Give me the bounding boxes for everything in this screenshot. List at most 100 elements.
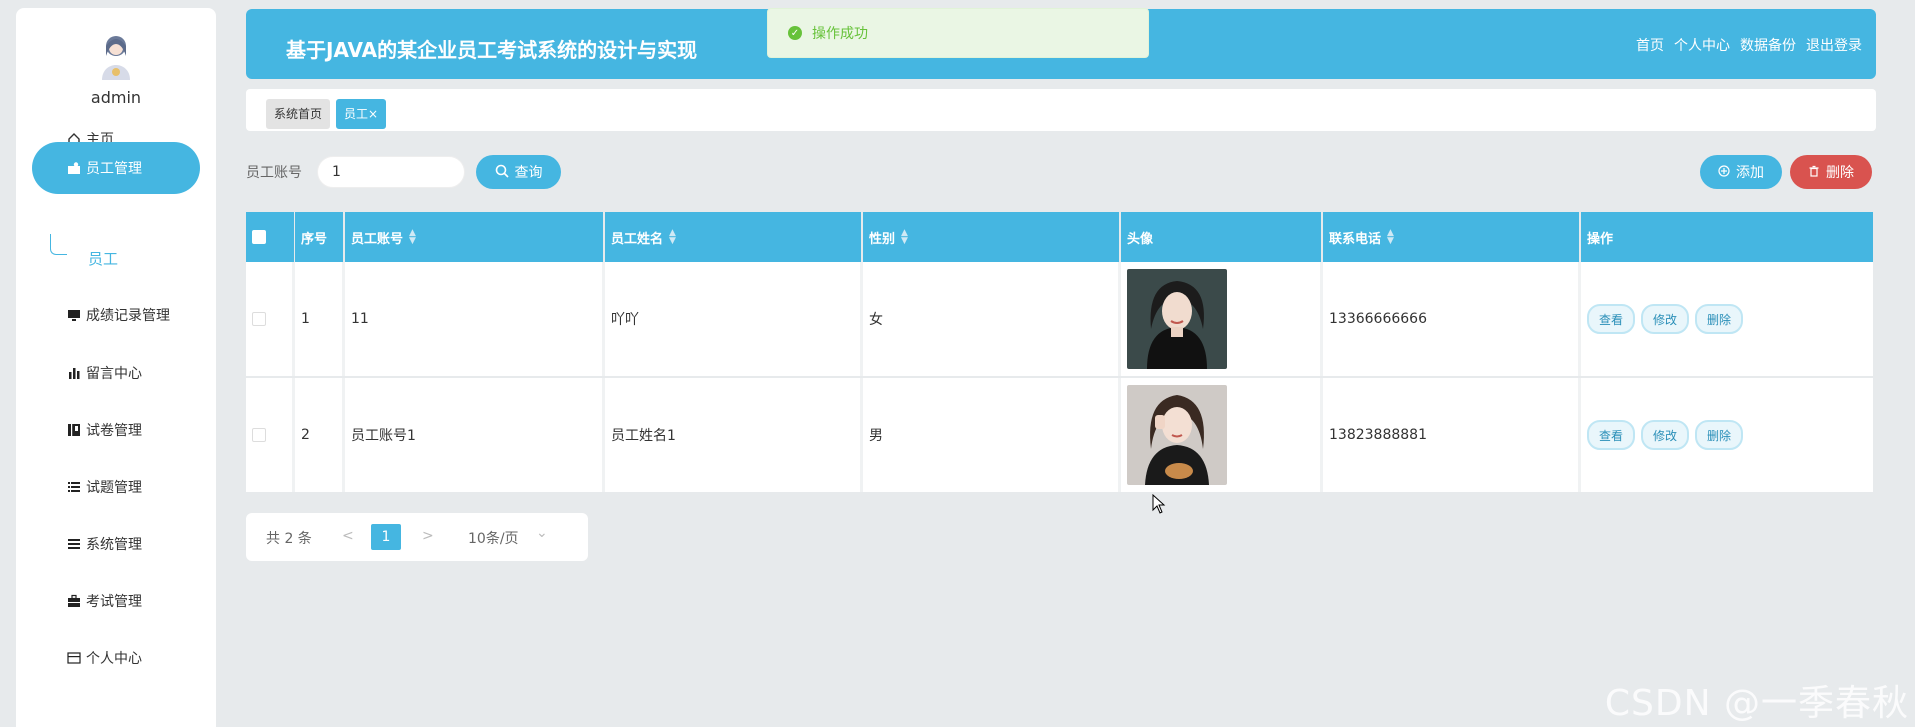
sort-icon[interactable]: ▲ ▼ <box>409 229 416 246</box>
tab-employee[interactable]: 员工× <box>336 99 387 129</box>
row-select-cell <box>246 262 295 376</box>
success-toast: ✓ 操作成功 <box>767 8 1149 58</box>
tab-system-home[interactable]: 系统首页 <box>266 99 331 129</box>
folder-user-icon <box>66 160 82 176</box>
menu-icon <box>66 536 82 552</box>
sidebar-item-label: 试卷管理 <box>86 423 142 439</box>
cell-actions: 查看 修改 删除 <box>1581 262 1873 376</box>
table-row: 1 11 吖吖 女 13366666666 查看 修改 删除 <box>246 262 1873 376</box>
sidebar-item-message-center[interactable]: 留言中心 <box>16 353 216 393</box>
sidebar-item-system-management[interactable]: 系统管理 <box>16 524 216 564</box>
tab-close-icon[interactable]: × <box>368 107 378 121</box>
sidebar-item-exam-management[interactable]: 考试管理 <box>16 581 216 621</box>
header-account-label: 员工账号 <box>351 231 404 247</box>
header-link-personal-center[interactable]: 个人中心 <box>1674 35 1730 55</box>
sort-icon[interactable]: ▲ ▼ <box>1387 229 1394 246</box>
sidebar-item-label: 留言中心 <box>86 366 142 382</box>
cell-avatar <box>1121 262 1323 376</box>
header-nav: 首页 个人中心 数据备份 退出登录 <box>1636 35 1862 55</box>
tabs-bar: 系统首页 员工× <box>246 89 1876 131</box>
view-button[interactable]: 查看 <box>1587 420 1636 450</box>
cell-gender: 女 <box>863 262 1121 376</box>
edit-button[interactable]: 修改 <box>1641 420 1690 450</box>
username: admin <box>90 88 142 107</box>
briefcase-icon <box>66 593 82 609</box>
bar-chart-icon <box>66 365 82 381</box>
search-label: 员工账号 <box>246 165 302 181</box>
sidebar-item-label: 试题管理 <box>86 480 142 496</box>
sidebar-item-label: 考试管理 <box>86 594 142 610</box>
page-number-current[interactable]: 1 <box>371 524 401 550</box>
header-select-all[interactable] <box>246 212 294 262</box>
sort-icon[interactable]: ▲ ▼ <box>901 229 908 246</box>
add-button[interactable]: 添加 <box>1700 155 1782 189</box>
table-row: 2 员工账号1 员工姓名1 男 13823888881 查看 修改 删除 <box>246 378 1873 492</box>
add-button-label: 添加 <box>1736 164 1764 180</box>
cell-name: 吖吖 <box>605 262 863 376</box>
list-icon <box>66 479 82 495</box>
sidebar-item-label: 员工管理 <box>86 161 142 177</box>
app-title: 基于JAVA的某企业员工考试系统的设计与实现 <box>286 38 698 62</box>
next-page-button[interactable]: > <box>422 528 434 544</box>
batch-delete-button[interactable]: 删除 <box>1790 155 1872 189</box>
prev-page-button[interactable]: < <box>342 528 354 544</box>
pagination: 共 2 条 < 1 > 10条/页 ⌄ <box>246 513 588 561</box>
sidebar-item-personal-center[interactable]: 个人中心 <box>16 638 216 678</box>
tab-label: 员工 <box>344 107 369 121</box>
cell-phone: 13823888881 <box>1323 378 1581 492</box>
sidebar-item-label: 成绩记录管理 <box>86 308 170 324</box>
submenu-connector <box>50 234 67 255</box>
header-gender-label: 性别 <box>869 231 896 247</box>
card-icon <box>66 650 82 666</box>
query-button-label: 查询 <box>514 164 543 180</box>
header-account[interactable]: 员工账号 ▲ ▼ <box>345 212 603 262</box>
employee-photo[interactable] <box>1127 269 1227 369</box>
edit-button[interactable]: 修改 <box>1641 304 1690 334</box>
cell-index: 1 <box>295 262 345 376</box>
header-link-data-backup[interactable]: 数据备份 <box>1740 35 1796 55</box>
monitor-icon <box>66 307 82 323</box>
employee-photo[interactable] <box>1127 385 1227 485</box>
delete-button-label: 删除 <box>1826 164 1854 180</box>
cell-phone: 13366666666 <box>1323 262 1581 376</box>
check-circle-icon: ✓ <box>788 26 802 40</box>
toast-message: 操作成功 <box>812 26 868 42</box>
watermark: CSDN @一季春秋 <box>1604 683 1909 724</box>
header-name-label: 员工姓名 <box>611 231 664 247</box>
sidebar-item-exam-papers[interactable]: 试卷管理 <box>16 410 216 450</box>
header-link-home[interactable]: 首页 <box>1636 35 1664 55</box>
chevron-down-icon[interactable]: ⌄ <box>536 525 548 541</box>
sidebar-item-label: 系统管理 <box>86 537 142 553</box>
cell-name: 员工姓名1 <box>605 378 863 492</box>
cell-actions: 查看 修改 删除 <box>1581 378 1873 492</box>
sidebar-item-question-management[interactable]: 试题管理 <box>16 467 216 507</box>
sidebar-item-employee-management[interactable]: 员工管理 <box>32 142 200 194</box>
cell-account: 11 <box>345 262 605 376</box>
header-phone-label: 联系电话 <box>1329 231 1382 247</box>
header-gender[interactable]: 性别 ▲ ▼ <box>863 212 1119 262</box>
search-icon <box>495 164 509 181</box>
header-name[interactable]: 员工姓名 ▲ ▼ <box>605 212 861 262</box>
sidebar-item-score-records[interactable]: 成绩记录管理 <box>16 295 216 335</box>
plus-circle-icon <box>1718 164 1730 180</box>
select-all-checkbox[interactable] <box>252 230 266 244</box>
page-size-select[interactable]: 10条/页 <box>468 528 519 548</box>
query-button[interactable]: 查询 <box>476 155 561 189</box>
employee-account-search-input[interactable] <box>317 156 465 188</box>
header-actions: 操作 <box>1581 212 1873 262</box>
sidebar-subitem-employee[interactable]: 员工 <box>88 248 118 269</box>
book-icon <box>66 422 82 438</box>
sort-icon[interactable]: ▲ ▼ <box>669 229 676 246</box>
row-delete-button[interactable]: 删除 <box>1695 304 1744 334</box>
header-avatar: 头像 <box>1121 212 1321 262</box>
view-button[interactable]: 查看 <box>1587 304 1636 334</box>
row-checkbox[interactable] <box>252 428 266 442</box>
header-phone[interactable]: 联系电话 ▲ ▼ <box>1323 212 1579 262</box>
row-delete-button[interactable]: 删除 <box>1695 420 1744 450</box>
row-checkbox[interactable] <box>252 312 266 326</box>
header-link-logout[interactable]: 退出登录 <box>1806 35 1862 55</box>
header-index: 序号 <box>295 212 343 262</box>
row-select-cell <box>246 378 295 492</box>
cell-index: 2 <box>295 378 345 492</box>
trash-icon <box>1808 164 1820 180</box>
